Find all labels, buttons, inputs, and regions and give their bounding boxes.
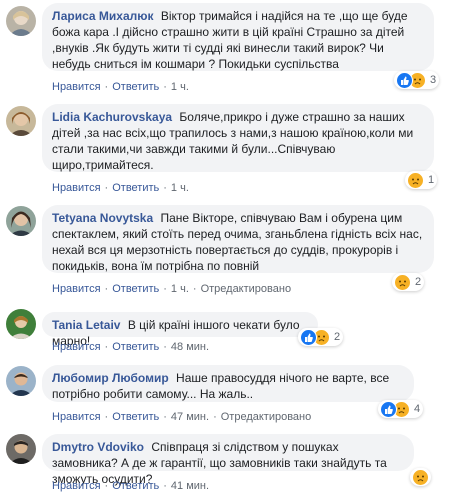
reply-link[interactable]: Ответить [112, 182, 159, 194]
separator: · [163, 182, 167, 194]
reactions-badge[interactable]: 4 [378, 400, 424, 418]
author-name[interactable]: Lidia Kachurovskaya [52, 110, 172, 124]
reactions-badge[interactable]: 2 [298, 328, 344, 346]
reaction-count: 2 [415, 276, 422, 288]
separator: · [163, 81, 167, 93]
separator: · [104, 341, 109, 353]
comment-bubble: Tetyana Novytska Пане Вікторе, співчуваю… [42, 205, 434, 273]
avatar[interactable] [6, 366, 36, 396]
sad-reaction-icon [394, 273, 411, 291]
author-name[interactable]: Лариса Михалюк [52, 9, 154, 23]
reply-link[interactable]: Ответить [112, 81, 159, 93]
comment-bubble: Любомир Любомир Наше правосуддя нічого н… [42, 365, 414, 402]
separator: · [163, 283, 167, 295]
like-link[interactable]: Нравится [52, 411, 101, 423]
avatar[interactable] [6, 206, 36, 236]
reply-link[interactable]: Ответить [112, 283, 159, 295]
sad-reaction-icon [412, 468, 429, 486]
like-link[interactable]: Нравится [52, 81, 101, 93]
avatar[interactable] [6, 434, 36, 464]
timestamp[interactable]: 1 ч. [171, 283, 189, 295]
like-reaction-icon [380, 400, 397, 418]
avatar[interactable] [6, 106, 36, 136]
author-name[interactable]: Dmytro Vdoviko [52, 440, 144, 454]
author-name[interactable]: Любомир Любомир [52, 371, 169, 385]
separator: · [163, 480, 167, 492]
comment-actions: Нравится · Ответить · 1 ч. [52, 81, 189, 93]
like-link[interactable]: Нравится [52, 283, 101, 295]
comment-actions: Нравится · Ответить · 41 мин. [52, 480, 209, 492]
reply-link[interactable]: Ответить [112, 341, 159, 353]
separator: · [163, 411, 167, 423]
comment-actions: Нравится · Ответить · 47 мин. · Отредактирован… [52, 411, 311, 423]
reactions-badge[interactable]: 2 [392, 273, 425, 291]
comment-actions: Нравится · Ответить · 48 мин. [52, 341, 209, 353]
comment-actions: Нравится · Ответить · 1 ч. [52, 182, 189, 194]
author-name[interactable]: Tania Letaiv [52, 318, 120, 332]
like-reaction-icon [396, 71, 413, 89]
reaction-count: 1 [428, 174, 435, 186]
author-name[interactable]: Tetyana Novytska [52, 211, 153, 225]
timestamp[interactable]: 41 мин. [171, 480, 209, 492]
avatar[interactable] [6, 6, 36, 36]
reaction-count: 2 [334, 331, 341, 343]
reaction-count: 4 [414, 403, 421, 415]
like-link[interactable]: Нравится [52, 480, 101, 492]
like-reaction-icon [300, 328, 317, 346]
separator: · [104, 182, 109, 194]
reaction-count: 3 [430, 74, 437, 86]
separator: · [104, 480, 109, 492]
reactions-badge[interactable]: 3 [394, 71, 440, 89]
like-link[interactable]: Нравится [52, 341, 101, 353]
reply-link[interactable]: Ответить [112, 411, 159, 423]
separator: · [192, 283, 197, 295]
comment-actions: Нравится · Ответить · 1 ч. · Отредактировано [52, 283, 291, 295]
edited-label[interactable]: Отредактировано [221, 411, 312, 423]
reactions-badge[interactable] [410, 468, 431, 486]
comment-bubble: Лариса Михалюк Віктор тримайся і надійся… [42, 3, 434, 71]
timestamp[interactable]: 48 мин. [171, 341, 209, 353]
comment-bubble: Lidia Kachurovskaya Боляче,прикро і дуже… [42, 104, 434, 172]
timestamp[interactable]: 1 ч. [171, 81, 189, 93]
like-link[interactable]: Нравится [52, 182, 101, 194]
reply-link[interactable]: Ответить [112, 480, 159, 492]
separator: · [104, 283, 109, 295]
timestamp[interactable]: 47 мин. [171, 411, 209, 423]
reactions-badge[interactable]: 1 [405, 171, 438, 189]
separator: · [213, 411, 217, 423]
comment-bubble: Dmytro Vdoviko Співпраця зі слідством у … [42, 434, 414, 486]
timestamp[interactable]: 1 ч. [171, 182, 189, 194]
avatar[interactable] [6, 309, 36, 339]
edited-label[interactable]: Отредактировано [201, 283, 292, 295]
separator: · [104, 411, 109, 423]
comment-bubble: Tania Letaiv В цій країні іншого чекати … [42, 312, 318, 348]
separator: · [104, 81, 109, 93]
separator: · [163, 341, 167, 353]
sad-reaction-icon [407, 171, 424, 189]
